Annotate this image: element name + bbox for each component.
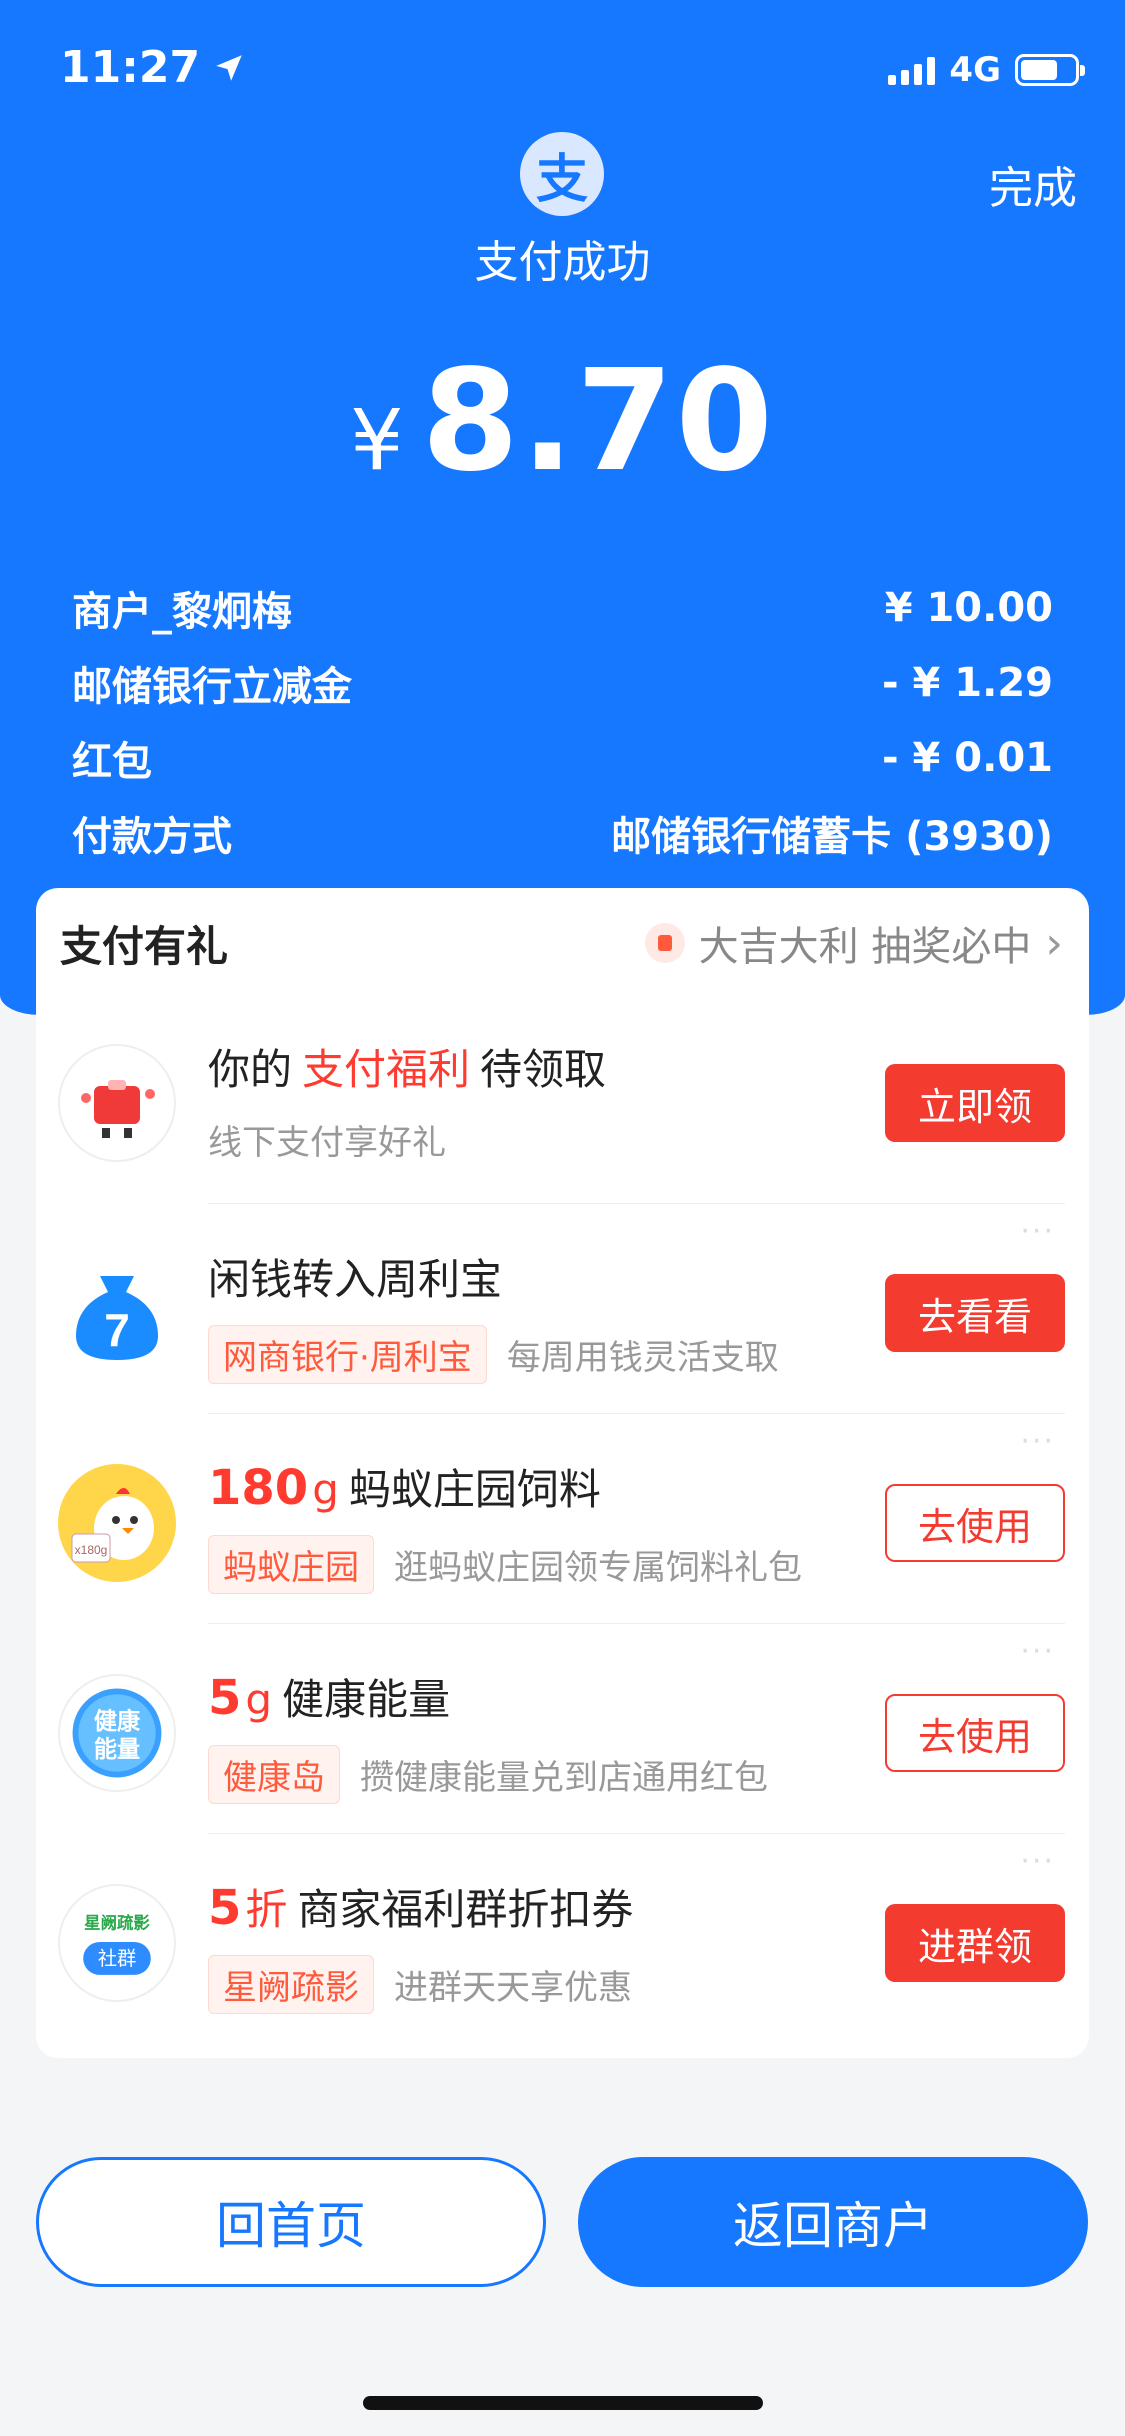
join-group-button[interactable]: 进群领 (885, 1904, 1065, 1982)
item-tag: 蚂蚁庄园 (208, 1535, 374, 1594)
home-indicator[interactable] (363, 2396, 763, 2410)
amount-currency: ¥ (350, 391, 404, 489)
back-home-button[interactable]: 回首页 (36, 2157, 546, 2287)
more-options-icon[interactable]: ··· (1020, 1844, 1055, 1879)
page-title: 支付成功 (474, 237, 651, 288)
divider (208, 1413, 1065, 1414)
merchant-group-icon: 星阙疏影 社群 (58, 1884, 176, 2002)
more-options-icon[interactable]: ··· (1020, 1214, 1055, 1249)
rewards-card: 支付有礼 大吉大利 抽奖必中 › 你的 支付福利 待领取 线下支付享好礼 立即领… (36, 888, 1089, 2058)
reward-item-merchant-group: ··· 星阙疏影 社群 5折 商家福利群折扣券 星阙疏影 进群天天享优惠 进群领 (36, 1838, 1089, 2048)
health-energy-icon-text-line2: 能量 (94, 1736, 140, 1763)
reward-item-ant-farm: ··· x180g 180 g 蚂蚁庄园饲料 蚂蚁庄园 逛蚂蚁庄园领专属饲料礼包 … (36, 1418, 1089, 1628)
gift-envelope-icon (58, 1044, 176, 1162)
status-bar: 11:27 4G (0, 0, 1125, 140)
detail-row-discount: 邮储银行立减金 - ¥ 1.29 (72, 659, 1053, 710)
detail-row-payment-method: 付款方式 邮储银行储蓄卡 (3930) (72, 813, 1053, 860)
claim-now-button[interactable]: 立即领 (885, 1064, 1065, 1142)
item-tag: 健康岛 (208, 1745, 340, 1804)
network-type: 4G (949, 50, 1001, 90)
divider (208, 1203, 1065, 1204)
view-button[interactable]: 去看看 (885, 1274, 1065, 1352)
item-tag: 网商银行·周利宝 (208, 1325, 487, 1384)
rewards-card-header: 支付有礼 大吉大利 抽奖必中 › (36, 888, 1089, 998)
health-energy-icon: 健康 能量 (58, 1674, 176, 1792)
return-merchant-button[interactable]: 返回商户 (578, 2157, 1088, 2287)
signal-icon (888, 55, 936, 85)
divider (208, 1623, 1065, 1624)
chick-icon: x180g (58, 1464, 176, 1582)
more-options-icon[interactable]: ··· (1020, 1634, 1055, 1669)
chick-icon-text: x180g (75, 1543, 108, 1557)
battery-icon (1015, 54, 1085, 86)
use-button[interactable]: 去使用 (885, 1694, 1065, 1772)
money-bag-icon-text: 7 (104, 1304, 130, 1356)
divider (208, 1833, 1065, 1834)
money-bag-icon: 7 (58, 1254, 176, 1372)
merchant-group-icon-text-line2: 社群 (98, 1947, 137, 1970)
chevron-right-icon: › (1045, 917, 1063, 969)
done-button[interactable]: 完成 (989, 152, 1077, 216)
reward-item-zhoulibao: ··· 7 闲钱转入周利宝 网商银行·周利宝 每周用钱灵活支取 去看看 (36, 1208, 1089, 1418)
use-button[interactable]: 去使用 (885, 1484, 1065, 1562)
lottery-promo-link[interactable]: 大吉大利 抽奖必中 › (644, 914, 1063, 972)
reward-item-health-energy: ··· 健康 能量 5g 健康能量 健康岛 攒健康能量兑到店通用红包 去使用 (36, 1628, 1089, 1838)
status-time: 11:27 (60, 42, 246, 93)
location-arrow-icon (216, 54, 242, 81)
rewards-card-title: 支付有礼 (60, 921, 229, 971)
gift-icon (644, 923, 685, 963)
detail-row-redpacket: 红包 - ¥ 0.01 (72, 734, 1053, 785)
alipay-logo-icon: 支 (520, 132, 604, 216)
amount-value: 8.70 (421, 340, 775, 503)
health-energy-icon-text-line1: 健康 (94, 1708, 141, 1735)
detail-row-merchant: 商户_黎炯梅 ¥ 10.00 (72, 584, 1053, 635)
reward-item-payment-welfare: 你的 支付福利 待领取 线下支付享好礼 立即领 (36, 998, 1089, 1208)
payment-amount: ¥ 8.70 (0, 340, 1125, 503)
payment-details: 商户_黎炯梅 ¥ 10.00 邮储银行立减金 - ¥ 1.29 红包 - ¥ 0… (72, 570, 1053, 870)
merchant-group-icon-text-line1: 星阙疏影 (84, 1914, 150, 1933)
more-options-icon[interactable]: ··· (1020, 1424, 1055, 1459)
item-tag: 星阙疏影 (208, 1955, 374, 2014)
